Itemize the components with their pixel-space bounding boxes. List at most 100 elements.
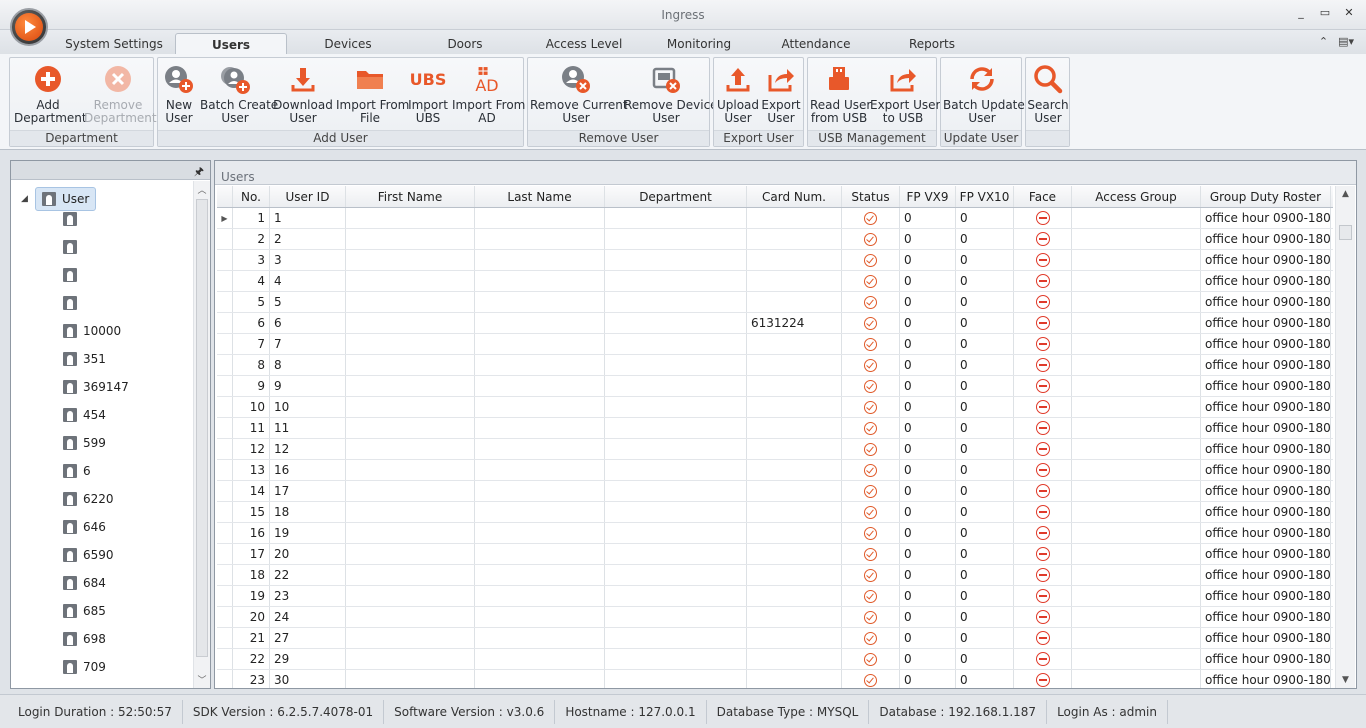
cell-department[interactable] — [605, 439, 747, 459]
cell-fp-vx10[interactable]: 0 — [956, 649, 1014, 669]
cell-first-name[interactable] — [346, 313, 475, 333]
cell-no[interactable]: 11 — [233, 418, 270, 438]
cell-group-duty-roster[interactable]: office hour 0900-1800 — [1201, 355, 1331, 375]
table-row[interactable]: 19 23 0 0 office hour 0900-1800 — [217, 586, 1333, 607]
cell-access-group[interactable] — [1072, 628, 1201, 648]
search-user-button[interactable]: Search User — [1027, 60, 1069, 130]
tab-doors[interactable]: Doors — [434, 33, 496, 54]
cell-first-name[interactable] — [346, 481, 475, 501]
cell-fp-vx10[interactable]: 0 — [956, 334, 1014, 354]
cell-fp-vx10[interactable]: 0 — [956, 208, 1014, 228]
cell-status[interactable] — [842, 292, 900, 312]
cell-department[interactable] — [605, 544, 747, 564]
cell-group-duty-roster[interactable]: office hour 0900-1800 — [1201, 229, 1331, 249]
cell-last-name[interactable] — [475, 250, 605, 270]
tree-node[interactable]: 646 — [63, 518, 106, 536]
cell-fp-vx9[interactable]: 0 — [900, 397, 956, 417]
cell-user-id[interactable]: 17 — [270, 481, 346, 501]
cell-last-name[interactable] — [475, 523, 605, 543]
cell-face[interactable] — [1014, 544, 1072, 564]
cell-fp-vx10[interactable]: 0 — [956, 418, 1014, 438]
tree-node[interactable]: 10000 — [63, 322, 121, 340]
cell-status[interactable] — [842, 460, 900, 480]
tree-root-node[interactable]: User — [35, 187, 97, 211]
cell-last-name[interactable] — [475, 229, 605, 249]
cell-department[interactable] — [605, 586, 747, 606]
column-header-fp-vx10[interactable]: FP VX10 — [956, 186, 1014, 207]
scroll-down-icon[interactable]: ﹀ — [194, 673, 210, 686]
cell-group-duty-roster[interactable]: office hour 0900-1800 — [1201, 670, 1331, 688]
cell-card-num[interactable] — [747, 628, 842, 648]
cell-access-group[interactable] — [1072, 376, 1201, 396]
cell-card-num[interactable] — [747, 292, 842, 312]
cell-card-num[interactable] — [747, 334, 842, 354]
cell-last-name[interactable] — [475, 565, 605, 585]
cell-fp-vx10[interactable]: 0 — [956, 397, 1014, 417]
cell-group-duty-roster[interactable]: office hour 0900-1800 — [1201, 376, 1331, 396]
cell-first-name[interactable] — [346, 502, 475, 522]
cell-face[interactable] — [1014, 670, 1072, 688]
cell-card-num[interactable] — [747, 439, 842, 459]
cell-department[interactable] — [605, 397, 747, 417]
cell-group-duty-roster[interactable]: office hour 0900-1800 — [1201, 418, 1331, 438]
table-row[interactable]: 9 9 0 0 office hour 0900-1800 — [217, 376, 1333, 397]
cell-card-num[interactable] — [747, 271, 842, 291]
cell-access-group[interactable] — [1072, 250, 1201, 270]
cell-status[interactable] — [842, 376, 900, 396]
column-header-last-name[interactable]: Last Name — [475, 186, 605, 207]
cell-user-id[interactable]: 24 — [270, 607, 346, 627]
table-row[interactable]: 2 2 0 0 office hour 0900-1800 — [217, 229, 1333, 250]
cell-status[interactable] — [842, 670, 900, 688]
cell-status[interactable] — [842, 502, 900, 522]
batch-create-user-button[interactable]: Batch Create User — [200, 60, 278, 130]
tab-access-level[interactable]: Access Level — [538, 33, 630, 54]
cell-department[interactable] — [605, 208, 747, 228]
cell-face[interactable] — [1014, 271, 1072, 291]
table-row[interactable]: 7 7 0 0 office hour 0900-1800 — [217, 334, 1333, 355]
cell-access-group[interactable] — [1072, 355, 1201, 375]
cell-no[interactable]: 6 — [233, 313, 270, 333]
cell-face[interactable] — [1014, 292, 1072, 312]
cell-face[interactable] — [1014, 355, 1072, 375]
cell-user-id[interactable]: 5 — [270, 292, 346, 312]
download-user-button[interactable]: Download User — [272, 60, 334, 130]
cell-status[interactable] — [842, 418, 900, 438]
cell-user-id[interactable]: 30 — [270, 670, 346, 688]
cell-user-id[interactable]: 3 — [270, 250, 346, 270]
cell-user-id[interactable]: 6 — [270, 313, 346, 333]
cell-department[interactable] — [605, 628, 747, 648]
cell-user-id[interactable]: 12 — [270, 439, 346, 459]
cell-last-name[interactable] — [475, 418, 605, 438]
cell-group-duty-roster[interactable]: office hour 0900-1800 — [1201, 586, 1331, 606]
grid-scroll-thumb[interactable] — [1339, 225, 1352, 240]
cell-status[interactable] — [842, 313, 900, 333]
cell-last-name[interactable] — [475, 586, 605, 606]
table-row[interactable]: 5 5 0 0 office hour 0900-1800 — [217, 292, 1333, 313]
table-row[interactable]: 13 16 0 0 office hour 0900-1800 — [217, 460, 1333, 481]
cell-card-num[interactable] — [747, 418, 842, 438]
tree-scrollbar[interactable]: ︿ ﹀ — [193, 181, 210, 688]
cell-group-duty-roster[interactable]: office hour 0900-1800 — [1201, 544, 1331, 564]
table-row[interactable]: 4 4 0 0 office hour 0900-1800 — [217, 271, 1333, 292]
cell-fp-vx9[interactable]: 0 — [900, 250, 956, 270]
batch-update-user-button[interactable]: Batch Update User — [943, 60, 1025, 130]
cell-access-group[interactable] — [1072, 586, 1201, 606]
cell-group-duty-roster[interactable]: office hour 0900-1800 — [1201, 565, 1331, 585]
cell-fp-vx9[interactable]: 0 — [900, 523, 956, 543]
cell-access-group[interactable] — [1072, 208, 1201, 228]
cell-no[interactable]: 17 — [233, 544, 270, 564]
cell-no[interactable]: 15 — [233, 502, 270, 522]
cell-user-id[interactable]: 10 — [270, 397, 346, 417]
cell-access-group[interactable] — [1072, 502, 1201, 522]
cell-no[interactable]: 19 — [233, 586, 270, 606]
cell-last-name[interactable] — [475, 544, 605, 564]
table-row[interactable]: 8 8 0 0 office hour 0900-1800 — [217, 355, 1333, 376]
cell-card-num[interactable] — [747, 586, 842, 606]
cell-card-num[interactable] — [747, 607, 842, 627]
cell-first-name[interactable] — [346, 292, 475, 312]
cell-department[interactable] — [605, 376, 747, 396]
tree-node[interactable] — [63, 294, 83, 312]
cell-group-duty-roster[interactable]: office hour 0900-1800 — [1201, 334, 1331, 354]
tree-node[interactable]: 351 — [63, 350, 106, 368]
cell-no[interactable]: 18 — [233, 565, 270, 585]
